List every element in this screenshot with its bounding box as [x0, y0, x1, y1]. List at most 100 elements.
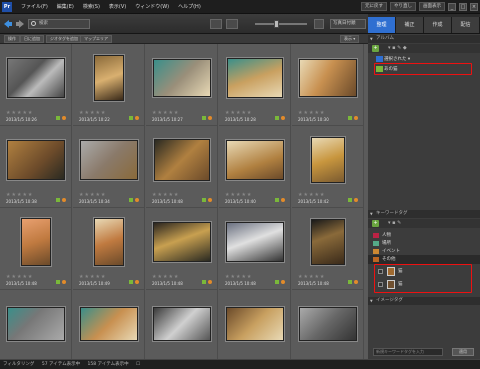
photo-thumbnail[interactable]: [226, 222, 284, 262]
photo-cell[interactable]: ★★★★★ 2013/1/5 10:22: [73, 44, 145, 126]
menu-help[interactable]: ヘルプ(H): [178, 3, 201, 10]
status-toggle[interactable]: ☐: [136, 362, 140, 367]
tab-share[interactable]: 配信: [452, 17, 480, 33]
menu-search[interactable]: 検索(S): [83, 3, 100, 10]
new-tag-input[interactable]: 新規キーワードタグを入力: [373, 348, 443, 356]
add-date-button[interactable]: 日に追加: [20, 35, 44, 43]
photo-thumbnail[interactable]: [299, 59, 357, 97]
close-button[interactable]: ×: [470, 2, 478, 11]
photo-cell[interactable]: ★★★★★ 2013/1/5 10:30: [292, 44, 364, 126]
rating-stars[interactable]: ★★★★★: [6, 192, 33, 198]
photo-thumbnail[interactable]: [7, 58, 65, 98]
rating-stars[interactable]: ★★★★★: [225, 274, 252, 280]
minimize-button[interactable]: _: [448, 2, 456, 11]
grid-view-icon[interactable]: [210, 19, 222, 29]
photo-thumbnail[interactable]: [153, 222, 211, 262]
zoom-slider-knob[interactable]: [274, 20, 279, 28]
photo-thumbnail[interactable]: [311, 137, 345, 183]
tag-tool-icons[interactable]: ▾ ▪ ✎: [388, 220, 401, 226]
photo-cell[interactable]: ★★★★★ 2013/1/5 10:28: [219, 44, 291, 126]
rating-stars[interactable]: ★★★★★: [298, 274, 325, 280]
photo-cell[interactable]: [219, 290, 291, 359]
rating-stars[interactable]: ★★★★★: [152, 192, 179, 198]
photo-cell[interactable]: ★★★★★ 2013/1/5 10:27: [146, 44, 218, 126]
fullscreen-icon[interactable]: [314, 19, 324, 29]
photo-cell[interactable]: ★★★★★ 2013/1/5 10:34: [73, 126, 145, 208]
album-badge-icon: [281, 116, 285, 120]
photo-cell[interactable]: ★★★★★ 2013/1/5 10:40: [219, 126, 291, 208]
photo-cell[interactable]: ★★★★★ 2013/1/5 10:38: [0, 126, 72, 208]
photo-cell[interactable]: ★★★★★ 2013/1/5 10:48: [0, 208, 72, 290]
back-arrow-icon[interactable]: [3, 19, 13, 29]
photo-thumbnail[interactable]: [299, 307, 357, 341]
photo-thumbnail[interactable]: [80, 140, 138, 180]
menu-file[interactable]: ファイル(F): [21, 3, 48, 10]
search-input[interactable]: 検索: [28, 19, 90, 29]
rating-stars[interactable]: ★★★★★: [225, 192, 252, 198]
photo-cell[interactable]: [73, 290, 145, 359]
rating-stars[interactable]: ★★★★★: [79, 110, 106, 116]
photo-thumbnail[interactable]: [153, 59, 211, 97]
photo-cell[interactable]: ★★★★★ 2013/1/5 10:48: [146, 208, 218, 290]
photo-thumbnail[interactable]: [7, 307, 65, 341]
photo-cell[interactable]: ★★★★★ 2013/1/5 10:48: [219, 208, 291, 290]
image-tags-header[interactable]: イメージタグ: [368, 297, 480, 305]
album-tool-icons[interactable]: ▾ ▪ ✎ ◆: [388, 45, 407, 51]
rating-stars[interactable]: ★★★★★: [6, 110, 33, 116]
photo-cell[interactable]: ★★★★★ 2013/1/5 10:42: [292, 126, 364, 208]
rating-stars[interactable]: ★★★★★: [225, 110, 252, 116]
photo-thumbnail[interactable]: [21, 218, 51, 266]
photo-thumbnail[interactable]: [80, 307, 138, 341]
menu-window[interactable]: ウィンドウ(W): [135, 3, 169, 10]
map-area-button[interactable]: マップエリア: [80, 35, 112, 43]
redo-button[interactable]: やり直し: [390, 2, 416, 11]
add-album-icon[interactable]: +: [372, 45, 379, 52]
menu-bar: Pr ファイル(F) 編集(E) 検索(S) 表示(V) ウィンドウ(W) ヘル…: [0, 0, 480, 14]
display-options-button[interactable]: 表示 ▾: [340, 35, 360, 43]
tab-fix[interactable]: 補正: [396, 17, 424, 33]
add-geotag-button[interactable]: ジオタグを追加: [46, 35, 82, 43]
photo-thumbnail[interactable]: [94, 55, 124, 101]
rating-stars[interactable]: ★★★★★: [79, 274, 106, 280]
sort-select[interactable]: 写真日付順: [330, 19, 366, 29]
photo-thumbnail[interactable]: [154, 139, 210, 181]
menu-view[interactable]: 表示(V): [109, 3, 126, 10]
photo-thumbnail[interactable]: [94, 218, 124, 266]
apply-button[interactable]: 適用: [452, 348, 474, 356]
photo-cell[interactable]: [0, 290, 72, 359]
display-button[interactable]: 画面表示: [419, 2, 445, 11]
tab-create[interactable]: 作成: [424, 17, 452, 33]
keyword-tags-header[interactable]: キーワードタグ: [368, 210, 480, 218]
tag-category-other[interactable]: その他: [368, 255, 480, 264]
add-tag-icon[interactable]: +: [372, 220, 379, 227]
undo-button[interactable]: 元に戻す: [361, 2, 387, 11]
photo-thumbnail[interactable]: [311, 219, 345, 265]
photo-thumbnail[interactable]: [153, 307, 211, 341]
rating-stars[interactable]: ★★★★★: [6, 274, 33, 280]
rating-stars[interactable]: ★★★★★: [298, 110, 325, 116]
photo-cell[interactable]: ★★★★★ 2013/1/5 10:48: [146, 126, 218, 208]
photo-cell[interactable]: ★★★★★ 2013/1/5 10:49: [73, 208, 145, 290]
menu-edit[interactable]: 編集(E): [57, 3, 74, 10]
photo-thumbnail[interactable]: [226, 140, 284, 180]
tab-organize[interactable]: 整理: [368, 17, 396, 33]
single-view-icon[interactable]: [226, 19, 238, 29]
rating-stars[interactable]: ★★★★★: [152, 110, 179, 116]
maximize-button[interactable]: □: [459, 2, 467, 11]
rating-stars[interactable]: ★★★★★: [152, 274, 179, 280]
album-badge-icon: [208, 198, 212, 202]
rating-stars[interactable]: ★★★★★: [298, 192, 325, 198]
albums-header[interactable]: アルバム: [368, 35, 480, 43]
forward-arrow-icon[interactable]: [15, 19, 25, 29]
photo-cell[interactable]: [292, 290, 364, 359]
operation-button[interactable]: 操作: [4, 35, 20, 43]
photo-cell[interactable]: ★★★★★ 2013/1/5 10:26: [0, 44, 72, 126]
rating-stars[interactable]: ★★★★★: [79, 192, 106, 198]
photo-thumbnail[interactable]: [227, 58, 283, 98]
zoom-slider-track[interactable]: [255, 23, 307, 25]
photo-thumbnail[interactable]: [226, 307, 284, 341]
photo-cell[interactable]: ★★★★★ 2013/1/5 10:48: [292, 208, 364, 290]
photo-cell[interactable]: [146, 290, 218, 359]
album-badge-icon: [354, 198, 358, 202]
photo-thumbnail[interactable]: [7, 140, 65, 180]
